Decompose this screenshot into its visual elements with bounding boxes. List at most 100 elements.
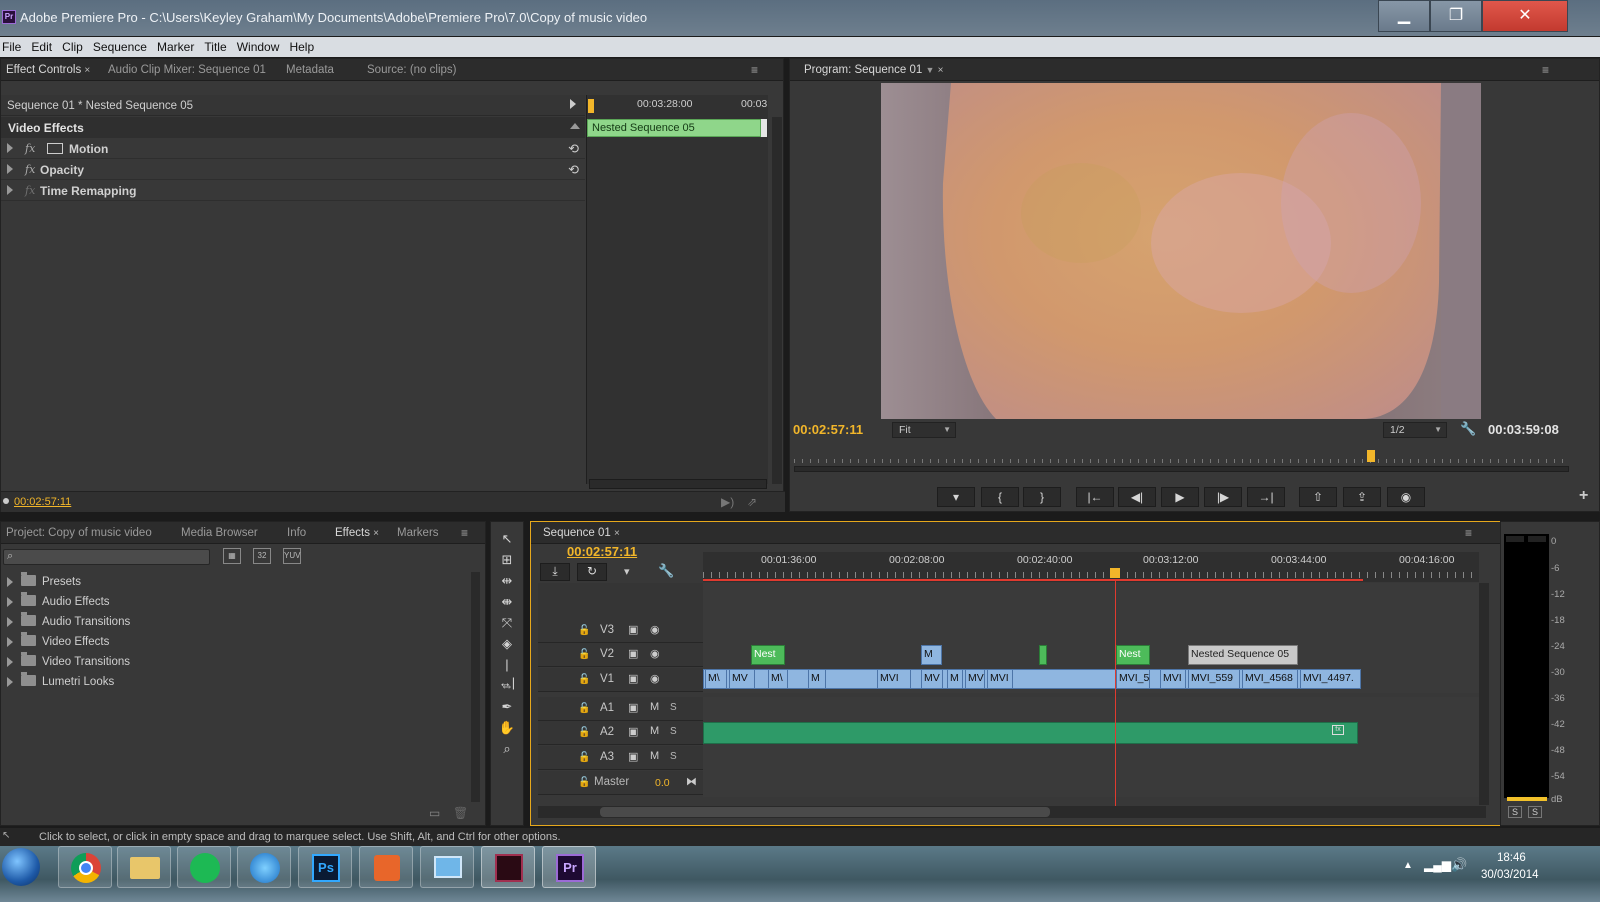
network-icon[interactable]: ▂▄▆ xyxy=(1424,858,1451,872)
slip-tool-icon[interactable]: |↔| xyxy=(498,656,516,690)
track-header-a3[interactable]: 🔓 A3 ▣ M S xyxy=(538,746,703,770)
spotify-icon[interactable] xyxy=(177,846,231,888)
tab-program[interactable]: Program: Sequence 01 ▼ × xyxy=(804,64,943,76)
audio-clip[interactable]: fx xyxy=(703,722,1358,744)
collapse-icon[interactable] xyxy=(570,123,580,129)
film-icon[interactable]: ▣ xyxy=(628,701,638,714)
film-icon[interactable]: ▣ xyxy=(628,672,638,685)
lift-button[interactable]: ⇧ xyxy=(1299,487,1337,507)
clip[interactable]: MVI_559 xyxy=(1188,669,1240,689)
clip-end-handle[interactable] xyxy=(761,119,767,137)
clip[interactable]: MV xyxy=(729,669,755,689)
maximize-button[interactable]: ❐ xyxy=(1430,0,1482,32)
tab-sequence[interactable]: Sequence 01 × xyxy=(543,527,620,539)
solo-left-button[interactable]: S xyxy=(1508,806,1522,818)
track-header-master[interactable]: 🔓 Master 0.0 ⧓ xyxy=(538,771,703,795)
effect-row-time-remapping[interactable]: fx Time Remapping xyxy=(1,180,585,201)
nested-sequence-clip-bar[interactable]: Nested Sequence 05 xyxy=(587,119,761,137)
play-audio-icon[interactable]: ▶) xyxy=(721,495,734,509)
menu-window[interactable]: Window xyxy=(237,37,287,54)
tab-source[interactable]: Source: (no clips) xyxy=(367,64,456,76)
panel-menu-icon[interactable]: ≡ xyxy=(461,526,468,540)
timeline-settings-icon[interactable]: 🔧 xyxy=(658,563,674,579)
program-time-ruler[interactable] xyxy=(794,445,1569,463)
show-timeline-toggle-icon[interactable] xyxy=(570,99,576,109)
add-marker-button[interactable]: ▾ xyxy=(937,487,975,507)
effects-search-input[interactable]: ⌕ xyxy=(3,549,210,565)
hand-tool-icon[interactable]: ✋ xyxy=(498,719,516,737)
clip[interactable]: M\ xyxy=(768,669,788,689)
step-forward-button[interactable]: |▶ xyxy=(1204,487,1242,507)
scroll-thumb[interactable] xyxy=(600,807,1050,817)
folder-video-effects[interactable]: Video Effects xyxy=(1,632,473,652)
program-playhead-icon[interactable] xyxy=(1367,450,1375,462)
clip[interactable]: MVI xyxy=(987,669,1013,689)
tab-media-browser[interactable]: Media Browser xyxy=(181,527,258,539)
lock-icon[interactable]: 🔓 xyxy=(578,649,590,660)
linked-selection-button[interactable]: ↻ xyxy=(577,563,607,581)
track-header-a1[interactable]: 🔓 A1 ▣ M S xyxy=(538,697,703,721)
effect-row-opacity[interactable]: fx Opacity ⟲ xyxy=(1,159,585,180)
fit-zoom-select[interactable]: Fit ▼ xyxy=(892,422,956,438)
folder-video-transitions[interactable]: Video Transitions xyxy=(1,652,473,672)
clock-time[interactable]: 18:46 xyxy=(1497,852,1526,864)
effects-scrollbar[interactable] xyxy=(471,572,480,802)
export-icon[interactable]: ⇗ xyxy=(747,495,757,509)
settings-wrench-icon[interactable]: 🔧 xyxy=(1460,421,1476,437)
panel-menu-icon[interactable]: ≡ xyxy=(751,63,758,77)
playhead-icon[interactable] xyxy=(588,99,594,113)
menu-help[interactable]: Help xyxy=(289,37,321,54)
timeline-ruler[interactable]: 00:01:36:00 00:02:08:00 00:02:40:00 00:0… xyxy=(703,552,1479,582)
program-zoom-bar[interactable] xyxy=(794,466,1569,472)
clip[interactable]: MV xyxy=(921,669,943,689)
mute-button[interactable]: M xyxy=(650,725,659,737)
go-to-out-button[interactable]: →| xyxy=(1247,487,1285,507)
office-icon[interactable] xyxy=(359,846,413,888)
clip[interactable]: M xyxy=(947,669,963,689)
start-button-icon[interactable] xyxy=(2,848,40,886)
32-bit-effects-icon[interactable]: 32 xyxy=(253,548,271,564)
track-select-tool-icon[interactable]: ⊞ xyxy=(498,551,516,569)
close-tab-icon[interactable]: × xyxy=(938,65,944,76)
menu-edit[interactable]: Edit xyxy=(31,37,59,54)
clip[interactable]: MVI_5 xyxy=(1116,669,1150,689)
razor-tool-icon[interactable]: ◈ xyxy=(498,635,516,653)
go-to-in-button[interactable]: |← xyxy=(1076,487,1114,507)
volume-icon[interactable]: 🔊 xyxy=(1451,857,1467,873)
mute-button[interactable]: M xyxy=(650,750,659,762)
clip[interactable] xyxy=(1039,645,1047,665)
lock-icon[interactable]: 🔓 xyxy=(578,777,590,788)
zoom-tool-icon[interactable]: ⌕ xyxy=(498,740,516,758)
close-button[interactable]: ✕ xyxy=(1482,0,1568,32)
delete-icon[interactable]: 🗑 xyxy=(453,806,468,820)
mark-out-button[interactable]: } xyxy=(1023,487,1061,507)
lock-icon[interactable]: 🔓 xyxy=(578,703,590,714)
itunes-icon[interactable] xyxy=(237,846,291,888)
tab-project[interactable]: Project: Copy of music video xyxy=(6,527,152,539)
menu-clip[interactable]: Clip xyxy=(62,37,90,54)
close-tab-icon[interactable]: × xyxy=(373,528,379,539)
tab-effects[interactable]: Effects × xyxy=(335,527,379,539)
reset-icon[interactable]: ⟲ xyxy=(568,141,579,157)
tab-effect-controls[interactable]: Effect Controls × xyxy=(6,64,90,76)
clip[interactable]: Nest xyxy=(751,645,785,665)
eye-icon[interactable]: ◉ xyxy=(650,623,660,636)
tab-markers[interactable]: Markers xyxy=(397,527,439,539)
audio-tracks-area[interactable] xyxy=(703,697,1479,797)
clock-date[interactable]: 30/03/2014 xyxy=(1481,869,1539,881)
eye-icon[interactable]: ◉ xyxy=(650,647,660,660)
control-panel-icon[interactable] xyxy=(420,846,474,888)
reset-icon[interactable]: ⟲ xyxy=(568,162,579,178)
selection-tool-icon[interactable]: ↖ xyxy=(498,530,516,548)
minimize-button[interactable]: ▁ xyxy=(1378,0,1430,32)
rolling-edit-tool-icon[interactable]: ⇼ xyxy=(498,593,516,611)
close-tab-icon[interactable]: × xyxy=(84,65,90,76)
lock-icon[interactable]: 🔓 xyxy=(578,625,590,636)
expand-triangle-icon[interactable] xyxy=(7,597,13,607)
media-encoder-icon[interactable] xyxy=(481,846,535,888)
menu-marker[interactable]: Marker xyxy=(157,37,201,54)
add-marker-icon[interactable]: ▾ xyxy=(624,565,630,578)
mark-in-button[interactable]: { xyxy=(981,487,1019,507)
button-editor-icon[interactable]: + xyxy=(1579,487,1588,505)
folder-presets[interactable]: Presets xyxy=(1,572,473,592)
